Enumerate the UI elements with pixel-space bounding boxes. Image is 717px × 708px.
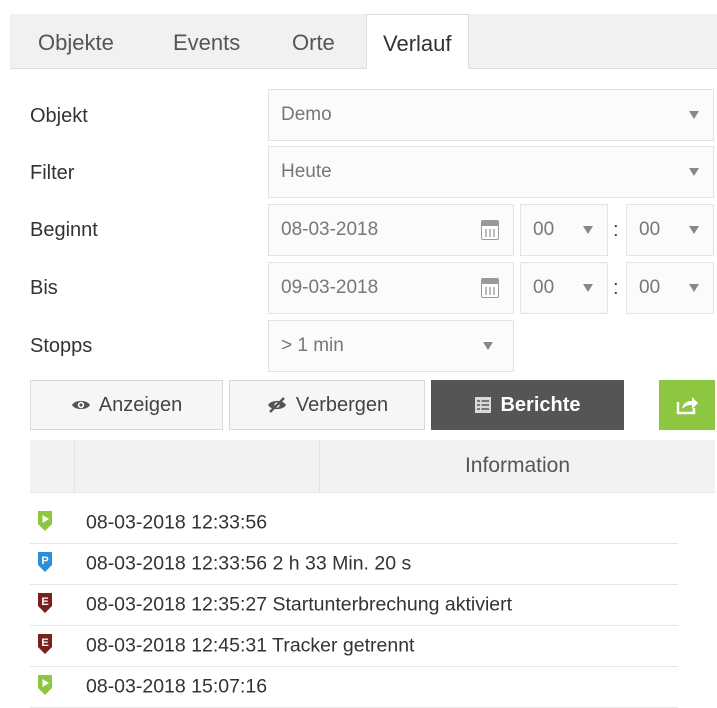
tab-orte[interactable]: Orte bbox=[292, 14, 335, 68]
stopps-label: Stopps bbox=[30, 335, 93, 357]
time-separator: : bbox=[613, 277, 619, 299]
report-icon bbox=[475, 397, 492, 413]
filter-label: Filter bbox=[30, 162, 75, 184]
table-row[interactable]: 08-03-2018 15:07:16 bbox=[30, 666, 678, 708]
beginnt-date-value: 08-03-2018 bbox=[281, 219, 379, 240]
chevron-down-icon bbox=[583, 284, 593, 292]
objekt-value: Demo bbox=[281, 104, 332, 125]
objekt-label: Objekt bbox=[30, 105, 88, 127]
reports-button-label: Berichte bbox=[500, 393, 581, 416]
tab-events[interactable]: Events bbox=[173, 14, 240, 68]
chevron-down-icon bbox=[689, 111, 699, 119]
event-icon: E bbox=[38, 634, 52, 654]
table-row[interactable]: 08-03-2018 12:33:56 bbox=[30, 502, 678, 544]
chevron-down-icon bbox=[583, 226, 593, 234]
stopps-value: > 1 min bbox=[281, 335, 344, 356]
svg-text:P: P bbox=[41, 555, 48, 567]
beginnt-label: Beginnt bbox=[30, 219, 98, 241]
parking-icon: P bbox=[38, 552, 52, 572]
bis-label: Bis bbox=[30, 277, 58, 299]
route-end-icon bbox=[38, 675, 52, 695]
row-text: 08-03-2018 15:07:16 bbox=[86, 675, 268, 697]
svg-text:E: E bbox=[41, 637, 48, 649]
row-text: 08-03-2018 12:45:31 Tracker getrennt bbox=[86, 634, 415, 656]
export-button[interactable] bbox=[659, 380, 715, 430]
beginnt-hour-select[interactable]: 00 bbox=[520, 204, 608, 256]
eye-slash-icon bbox=[267, 397, 286, 413]
table-row[interactable]: E 08-03-2018 12:35:27 Startunterbrechung … bbox=[30, 584, 678, 626]
table-row[interactable]: P 08-03-2018 12:33:56 2 h 33 Min. 20 s bbox=[30, 543, 678, 585]
share-icon bbox=[676, 397, 698, 415]
show-button-label: Anzeigen bbox=[98, 393, 183, 416]
calendar-icon[interactable] bbox=[481, 220, 499, 240]
chevron-down-icon bbox=[483, 342, 493, 350]
header-cell-icon bbox=[30, 440, 75, 492]
chevron-down-icon bbox=[689, 226, 699, 234]
beginnt-minute-select[interactable]: 00 bbox=[626, 204, 714, 256]
bis-date-value: 09-03-2018 bbox=[281, 277, 379, 298]
beginnt-date-input[interactable]: 08-03-2018 bbox=[268, 204, 514, 256]
event-icon: E bbox=[38, 593, 52, 613]
bis-date-input[interactable]: 09-03-2018 bbox=[268, 262, 514, 314]
calendar-icon[interactable] bbox=[481, 278, 499, 298]
svg-text:E: E bbox=[41, 596, 48, 608]
chevron-down-icon bbox=[689, 168, 699, 176]
table-header: Information bbox=[30, 440, 715, 493]
beginnt-hour-value: 00 bbox=[533, 219, 555, 240]
show-button[interactable]: Anzeigen bbox=[30, 380, 223, 430]
tab-objekte[interactable]: Objekte bbox=[38, 14, 114, 68]
table-row[interactable]: E 08-03-2018 12:45:31 Tracker getrennt bbox=[30, 625, 678, 667]
beginnt-minute-value: 00 bbox=[639, 219, 661, 240]
bis-minute-select[interactable]: 00 bbox=[626, 262, 714, 314]
row-text: 08-03-2018 12:35:27 Startunterbrechung a… bbox=[86, 593, 513, 615]
tab-bar: Objekte Events Orte Verlauf bbox=[10, 14, 717, 69]
stopps-select[interactable]: > 1 min bbox=[268, 320, 514, 372]
time-separator: : bbox=[613, 219, 619, 241]
eye-icon bbox=[71, 400, 90, 410]
objekt-select[interactable]: Demo bbox=[268, 89, 714, 141]
hide-button[interactable]: Verbergen bbox=[229, 380, 425, 430]
filter-select[interactable]: Heute bbox=[268, 146, 714, 198]
header-cell-time bbox=[75, 440, 320, 492]
hide-button-label: Verbergen bbox=[295, 393, 389, 416]
filter-value: Heute bbox=[281, 161, 332, 182]
bis-hour-value: 00 bbox=[533, 277, 555, 298]
bis-hour-select[interactable]: 00 bbox=[520, 262, 608, 314]
route-start-icon bbox=[38, 511, 52, 531]
row-text: 08-03-2018 12:33:56 2 h 33 Min. 20 s bbox=[86, 552, 412, 574]
row-text: 08-03-2018 12:33:56 bbox=[86, 511, 268, 533]
bis-minute-value: 00 bbox=[639, 277, 661, 298]
chevron-down-icon bbox=[689, 284, 699, 292]
reports-button[interactable]: Berichte bbox=[431, 380, 624, 430]
header-cell-information: Information bbox=[464, 454, 571, 477]
tab-verlauf[interactable]: Verlauf bbox=[366, 14, 469, 69]
